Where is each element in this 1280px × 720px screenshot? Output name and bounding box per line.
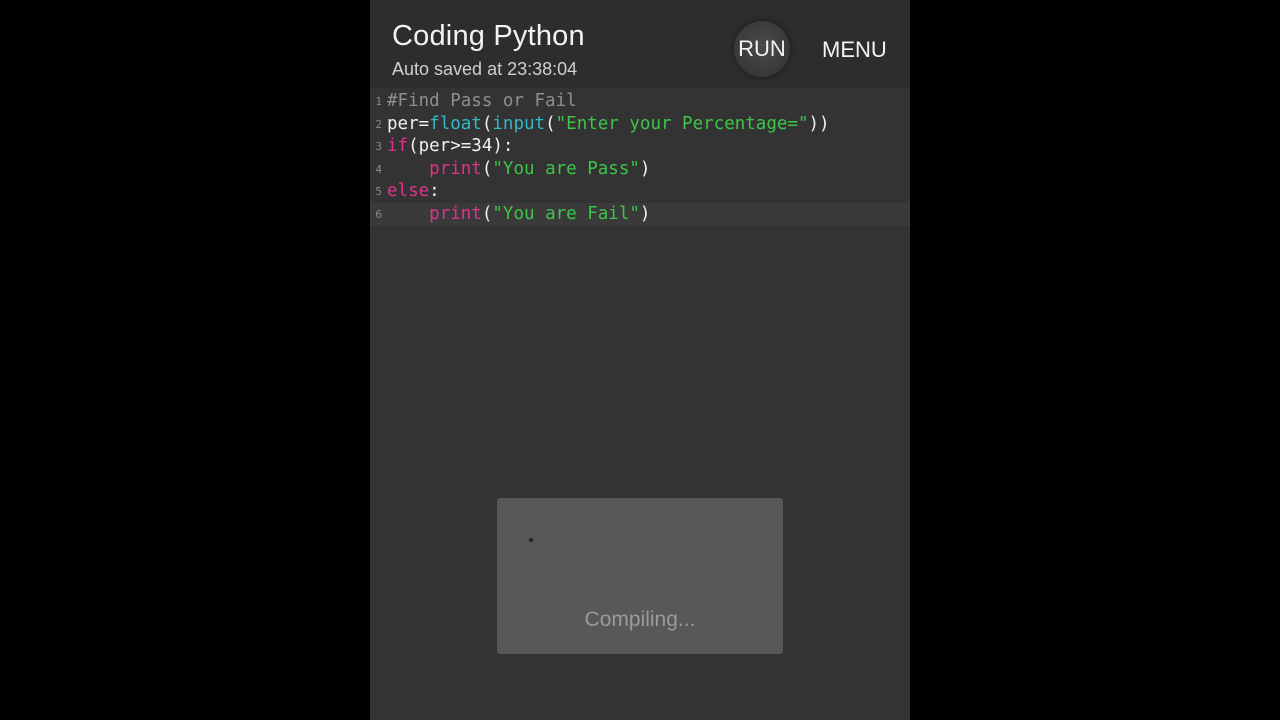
app-header: Coding Python Auto saved at 23:38:04 RUN… bbox=[370, 0, 910, 88]
run-button[interactable]: RUN bbox=[734, 21, 790, 77]
code-token-str: "You are Pass" bbox=[492, 158, 640, 179]
code-token-kw: if bbox=[387, 136, 409, 157]
code-token-plain: ( bbox=[481, 158, 493, 179]
code-text[interactable]: print("You are Fail") bbox=[387, 203, 650, 226]
code-token-plain: (per>=34): bbox=[408, 136, 514, 157]
compiling-status: Compiling... bbox=[584, 608, 696, 631]
code-line[interactable]: 4 print("You are Pass") bbox=[370, 158, 910, 181]
line-number: 5 bbox=[375, 185, 382, 199]
line-number: 3 bbox=[375, 140, 382, 154]
code-token-fn: input bbox=[492, 113, 546, 134]
code-token-fn: float bbox=[429, 113, 482, 134]
code-text[interactable]: print("You are Pass") bbox=[387, 158, 650, 181]
code-editor[interactable]: 1 #Find Pass or Fail 2 per=float(input("Ent… bbox=[370, 90, 910, 226]
code-token-plain: ) bbox=[639, 203, 651, 224]
app-title: Coding Python bbox=[392, 20, 585, 52]
code-token-plain: ( bbox=[545, 113, 556, 134]
code-token-kw: print bbox=[429, 203, 482, 224]
code-text[interactable]: if(per>=34): bbox=[387, 135, 513, 158]
code-token-plain: ) bbox=[639, 158, 651, 179]
code-token-plain: : bbox=[429, 181, 440, 202]
app-screen: Coding Python Auto saved at 23:38:04 RUN… bbox=[370, 0, 910, 720]
spinner-dot bbox=[529, 538, 533, 542]
code-token-plain: ( bbox=[481, 203, 493, 224]
line-number: 1 bbox=[375, 95, 382, 108]
code-text[interactable]: else: bbox=[387, 180, 440, 203]
menu-button[interactable]: MENU bbox=[822, 37, 887, 63]
code-line[interactable]: 3 if(per>=34): bbox=[370, 135, 910, 158]
code-token-plain: per= bbox=[387, 113, 430, 134]
code-token-plain: ( bbox=[481, 113, 493, 134]
line-number: 2 bbox=[375, 117, 382, 131]
code-token-kw: print bbox=[429, 158, 482, 179]
code-token-str: "Enter your Percentage=" bbox=[555, 113, 809, 134]
line-number: 4 bbox=[375, 162, 382, 176]
code-token-comment: #Find Pass or Fail bbox=[387, 91, 577, 111]
code-line[interactable]: 2 per=float(input("Enter your Percentage=… bbox=[370, 113, 910, 136]
code-line[interactable]: 1 #Find Pass or Fail bbox=[370, 90, 910, 113]
code-text[interactable]: per=float(input("Enter your Percentage="… bbox=[387, 113, 830, 136]
code-text[interactable]: #Find Pass or Fail bbox=[387, 90, 577, 113]
loading-spinner-icon bbox=[527, 535, 533, 542]
code-line[interactable]: 5 else: bbox=[370, 180, 910, 203]
code-token-str: "You are Fail" bbox=[492, 203, 640, 224]
code-token-plain: )) bbox=[808, 113, 830, 134]
line-number: 6 bbox=[375, 207, 382, 221]
code-line[interactable]: 6 print("You are Fail") bbox=[370, 202, 910, 226]
code-token-kw: else bbox=[387, 181, 430, 202]
autosave-status: Auto saved at 23:38:04 bbox=[392, 59, 578, 79]
